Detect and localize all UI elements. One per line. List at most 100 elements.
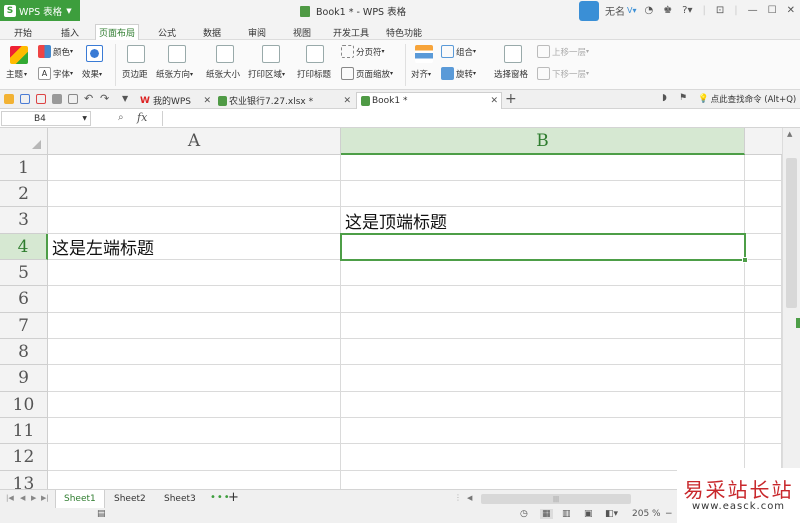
grid-cell[interactable] bbox=[48, 313, 341, 339]
grid-cell[interactable] bbox=[745, 392, 782, 418]
eye-protection-icon[interactable]: ◷ bbox=[520, 509, 528, 519]
normal-view-icon[interactable]: ▦ bbox=[540, 509, 553, 519]
grid-cell[interactable] bbox=[745, 339, 782, 365]
close-button[interactable]: ✕ bbox=[782, 0, 800, 21]
grid-cell[interactable] bbox=[341, 155, 745, 181]
share-icon[interactable]: ⚑ bbox=[679, 93, 687, 103]
redo-icon[interactable]: ↷ bbox=[100, 92, 109, 105]
row-header-12[interactable]: 12 bbox=[0, 444, 48, 471]
sheet-tab-1[interactable]: Sheet1 bbox=[55, 490, 105, 508]
tab-review[interactable]: 审阅 bbox=[245, 24, 269, 40]
column-header-c[interactable] bbox=[745, 128, 782, 155]
grid-cell[interactable] bbox=[341, 365, 745, 392]
grid-cell[interactable] bbox=[745, 365, 782, 392]
grid-cell[interactable] bbox=[341, 260, 745, 286]
rotate-button[interactable]: 旋转 ▾ bbox=[441, 67, 476, 80]
print-preview-icon[interactable] bbox=[68, 94, 78, 104]
cell-a4[interactable]: 这是左端标题 bbox=[48, 234, 341, 260]
column-header-b[interactable]: B bbox=[341, 128, 745, 155]
print-titles-button[interactable]: 打印标题 bbox=[297, 68, 331, 80]
zoom-lookup-icon[interactable]: ⌕ bbox=[118, 112, 124, 123]
grid-cell[interactable] bbox=[341, 286, 745, 313]
colors-button[interactable]: 颜色 ▾ bbox=[38, 45, 73, 58]
grid-cell[interactable] bbox=[341, 313, 745, 339]
zoom-out-icon[interactable]: − bbox=[665, 509, 673, 519]
close-icon[interactable]: ✕ bbox=[203, 96, 211, 106]
page-break-view-icon[interactable]: ▥ bbox=[562, 509, 571, 519]
row-header-6[interactable]: 6 bbox=[0, 286, 48, 313]
grid-cell[interactable] bbox=[745, 313, 782, 339]
first-sheet-icon[interactable]: |◀ bbox=[6, 494, 14, 502]
sheet-tab-2[interactable]: Sheet2 bbox=[106, 490, 154, 508]
row-header-5[interactable]: 5 bbox=[0, 260, 48, 286]
paper-size-button[interactable]: 纸张大小 bbox=[206, 68, 240, 80]
skin-icon[interactable]: ◔ bbox=[639, 0, 658, 21]
print-area-button[interactable]: 打印区域 ▾ bbox=[248, 68, 285, 80]
horizontal-scrollbar[interactable]: ◀ ||| bbox=[465, 492, 675, 506]
grid-cell[interactable] bbox=[341, 418, 745, 444]
row-header-3[interactable]: 3 bbox=[0, 207, 48, 234]
sheet-tab-3[interactable]: Sheet3 bbox=[156, 490, 204, 508]
grid-cell[interactable] bbox=[341, 339, 745, 365]
orientation-icon[interactable] bbox=[168, 45, 186, 63]
align-icon[interactable] bbox=[415, 45, 433, 63]
page-zoom-button[interactable]: 页面缩放 ▾ bbox=[341, 67, 393, 80]
row-header-4[interactable]: 4 bbox=[0, 234, 48, 260]
row-header-8[interactable]: 8 bbox=[0, 339, 48, 365]
row-header-7[interactable]: 7 bbox=[0, 313, 48, 339]
grid-cell[interactable] bbox=[48, 418, 341, 444]
send-backward-button[interactable]: 下移一层 ▾ bbox=[537, 67, 589, 80]
paper-size-icon[interactable] bbox=[216, 45, 234, 63]
align-button[interactable]: 对齐 ▾ bbox=[411, 68, 431, 80]
group-button[interactable]: 组合 ▾ bbox=[441, 45, 476, 58]
close-icon[interactable]: ✕ bbox=[343, 96, 351, 106]
split-handle[interactable]: ⋮ bbox=[454, 493, 462, 502]
grid-cell[interactable] bbox=[745, 234, 782, 260]
cell-b3[interactable]: 这是顶端标题 bbox=[341, 207, 745, 234]
print-icon[interactable] bbox=[52, 94, 62, 104]
tab-formulas[interactable]: 公式 bbox=[155, 24, 179, 40]
doc-tab-my-wps[interactable]: W 我的WPS ✕ bbox=[136, 92, 214, 109]
theme-icon[interactable] bbox=[10, 46, 28, 64]
name-box[interactable]: B4 ▼ bbox=[1, 111, 91, 126]
grid-cell[interactable] bbox=[745, 286, 782, 313]
tab-page-layout[interactable]: 页面布局 bbox=[95, 24, 140, 40]
row-header-11[interactable]: 11 bbox=[0, 418, 48, 444]
tab-view[interactable]: 视图 bbox=[290, 24, 314, 40]
grid-cell[interactable] bbox=[745, 155, 782, 181]
user-name[interactable]: 无名 V▾ bbox=[602, 0, 640, 21]
scroll-left-icon[interactable]: ◀ bbox=[467, 494, 472, 502]
reading-mode-icon[interactable]: ◧▾ bbox=[605, 509, 618, 519]
effects-icon[interactable] bbox=[86, 45, 103, 62]
vertical-scrollbar[interactable]: ▲ ▼ bbox=[782, 128, 800, 489]
avatar[interactable] bbox=[578, 0, 599, 21]
margins-button[interactable]: 页边距 bbox=[122, 68, 148, 80]
fill-handle[interactable] bbox=[742, 257, 748, 263]
active-cell-b4[interactable] bbox=[340, 233, 748, 263]
row-header-2[interactable]: 2 bbox=[0, 181, 48, 207]
grid-cell[interactable] bbox=[341, 181, 745, 207]
new-tab-button[interactable]: + bbox=[505, 91, 517, 107]
next-sheet-icon[interactable]: ▶ bbox=[31, 494, 36, 502]
quick-access-dropdown-icon[interactable]: ▼ bbox=[122, 94, 128, 103]
orientation-button[interactable]: 纸张方向 ▾ bbox=[156, 68, 193, 80]
row-header-9[interactable]: 9 bbox=[0, 365, 48, 392]
doc-tab-bank-file[interactable]: 农业银行7.27.xlsx * ✕ bbox=[214, 92, 354, 109]
grid-cell[interactable] bbox=[48, 207, 341, 234]
tab-insert[interactable]: 插入 bbox=[58, 24, 82, 40]
formula-input[interactable] bbox=[162, 111, 797, 126]
backup-icon[interactable]: ◗ bbox=[662, 93, 667, 103]
last-sheet-icon[interactable]: ▶| bbox=[41, 494, 49, 502]
grid-cell[interactable] bbox=[745, 444, 782, 471]
row-header-13[interactable]: 13 bbox=[0, 471, 48, 489]
minimize-button[interactable]: — bbox=[743, 0, 763, 21]
page-break-button[interactable]: 分页符 ▾ bbox=[341, 45, 385, 58]
grid-cell[interactable] bbox=[745, 207, 782, 234]
grid-cell[interactable] bbox=[48, 365, 341, 392]
prev-sheet-icon[interactable]: ◀ bbox=[20, 494, 25, 502]
grid-cell[interactable] bbox=[745, 260, 782, 286]
grid-cell[interactable] bbox=[48, 471, 341, 489]
restore-panel-icon[interactable]: ⊡ bbox=[711, 0, 729, 21]
insert-function-button[interactable]: fx bbox=[137, 111, 147, 124]
command-search[interactable]: 💡 点此查找命令 (Alt+Q) bbox=[698, 93, 796, 105]
